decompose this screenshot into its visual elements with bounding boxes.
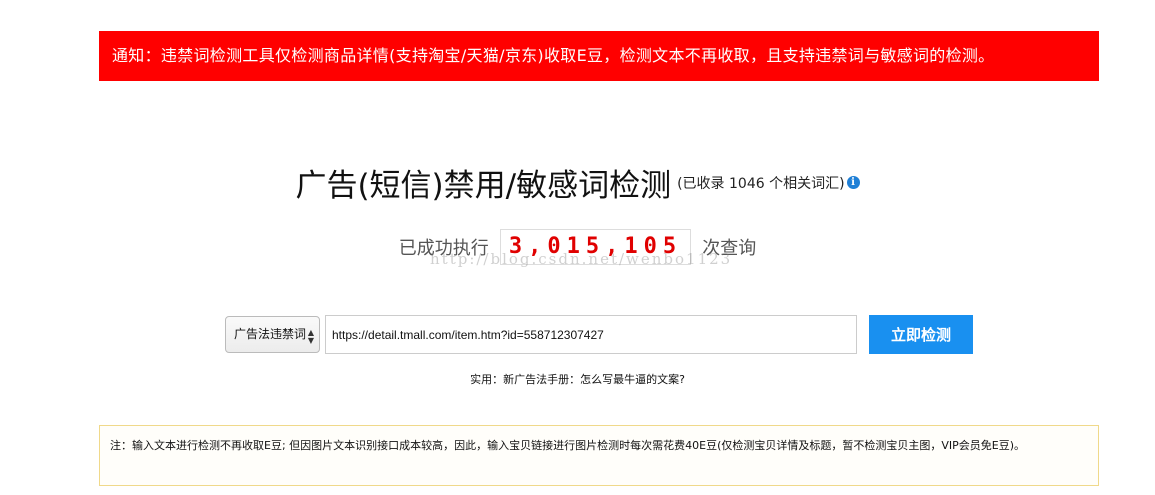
helper-prefix: 实用： bbox=[470, 373, 504, 386]
page-title: 广告(短信)禁用/敏感词检测 bbox=[295, 168, 672, 204]
select-arrows-icon: ▲ ▼ bbox=[307, 328, 314, 345]
page-title-row: 广告(短信)禁用/敏感词检测 (已收录 1046 个相关词汇) i bbox=[0, 160, 1155, 205]
notice-text: 通知：违禁词检测工具仅检测商品详情(支持淘宝/天猫/京东)收取E豆，检测文本不再… bbox=[112, 46, 995, 65]
note-text: 注：输入文本进行检测不再收取E豆; 但因图片文本识别接口成本较高，因此，输入宝贝… bbox=[110, 439, 1026, 452]
notice-banner: 通知：违禁词检测工具仅检测商品详情(支持淘宝/天猫/京东)收取E豆，检测文本不再… bbox=[99, 31, 1099, 81]
detection-type-select[interactable]: 广告法违禁词 ▲ ▼ bbox=[225, 316, 320, 353]
ad-law-handbook-link[interactable]: 新广告法手册：怎么写最牛逼的文案? bbox=[503, 373, 685, 386]
detect-now-button[interactable]: 立即检测 bbox=[869, 315, 973, 354]
note-box: 注：输入文本进行检测不再收取E豆; 但因图片文本识别接口成本较高，因此，输入宝贝… bbox=[99, 425, 1099, 486]
word-count-subtitle: (已收录 1046 个相关词汇) bbox=[677, 175, 845, 192]
helper-line: 实用：新广告法手册：怎么写最牛逼的文案? bbox=[0, 371, 1155, 387]
watermark: http://blog.csdn.net/wenbo1123 bbox=[430, 250, 733, 268]
info-icon[interactable]: i bbox=[846, 176, 860, 189]
url-input[interactable] bbox=[325, 315, 857, 354]
detection-type-value: 广告法违禁词 bbox=[234, 327, 307, 341]
